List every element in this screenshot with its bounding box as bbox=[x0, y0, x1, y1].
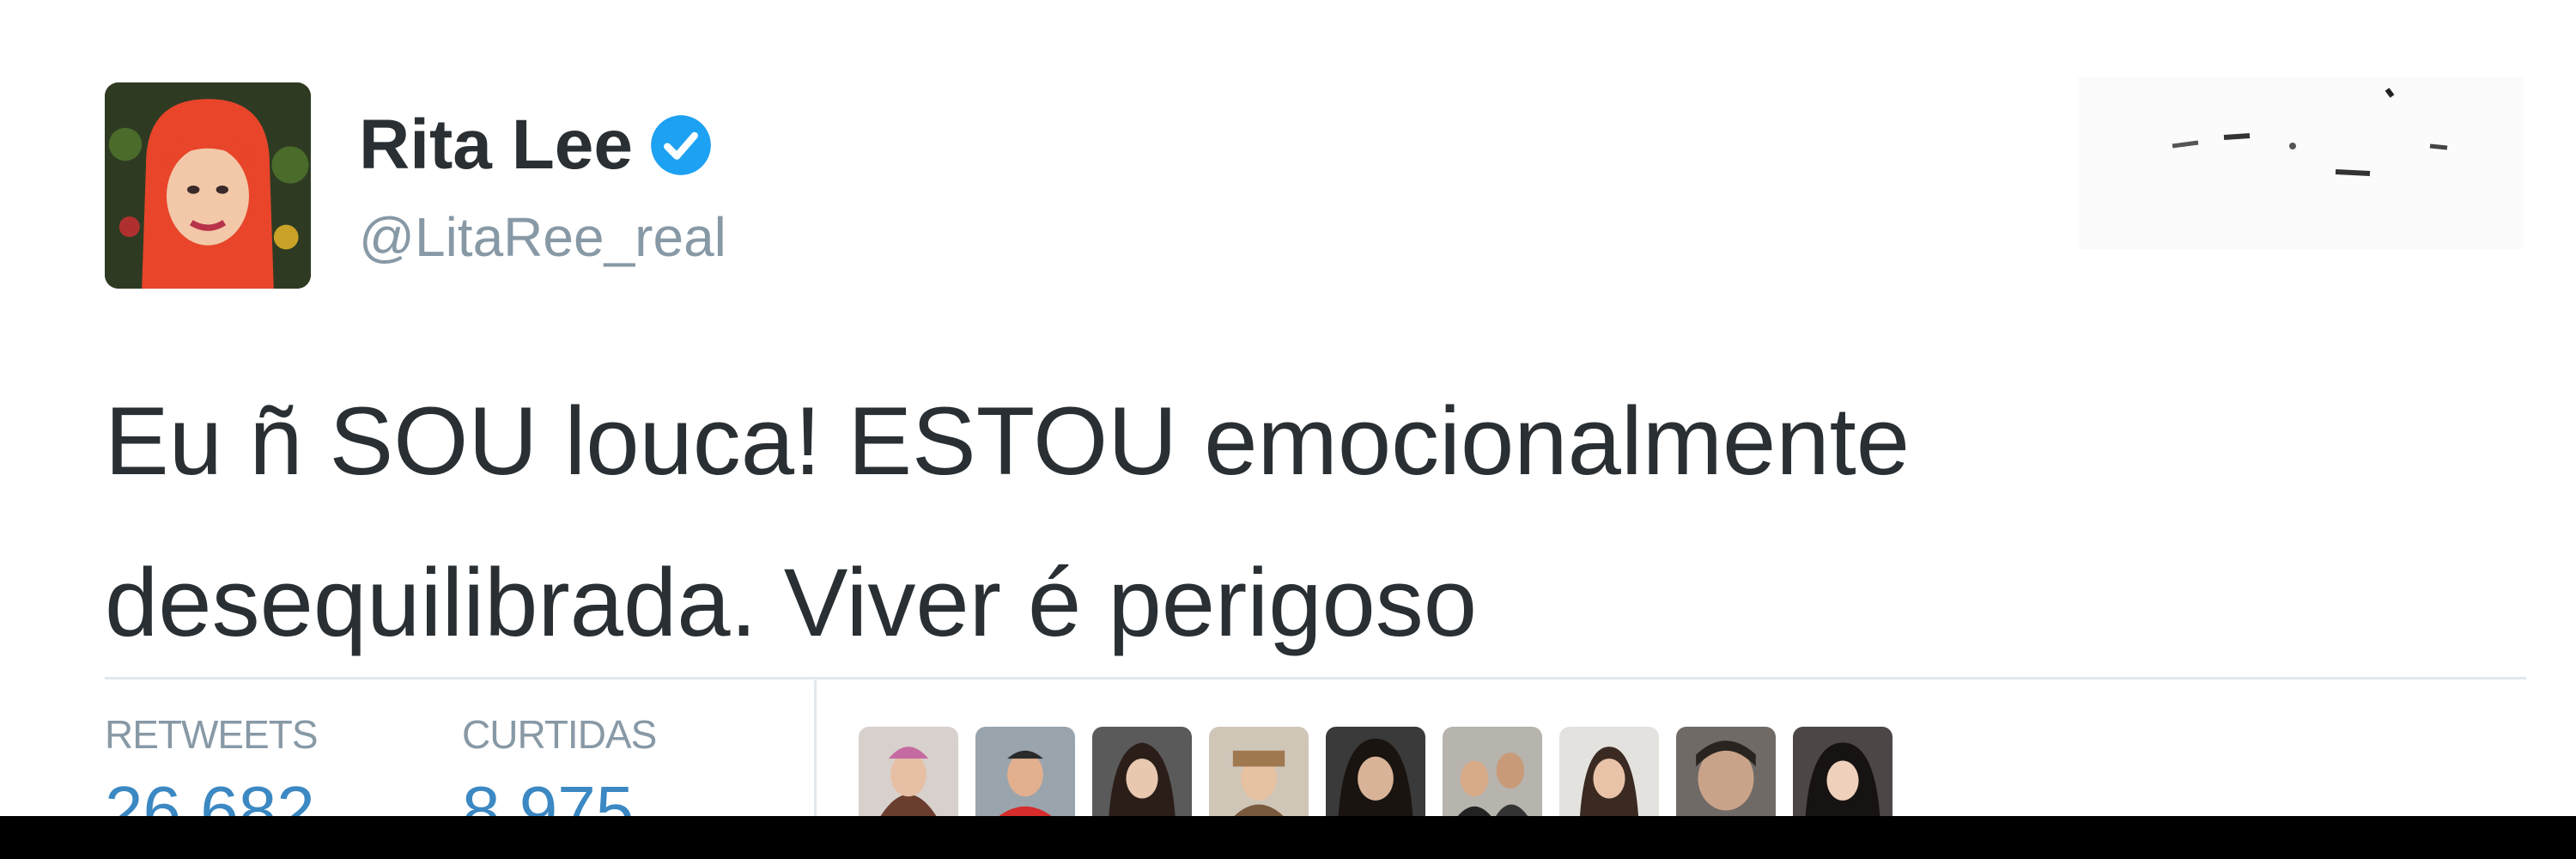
tweet-text-line-1: Eu ñ SOU louca! ESTOU emocionalmente bbox=[105, 387, 1911, 495]
stats-divider bbox=[105, 677, 2526, 679]
retweets-label: RETWEETS bbox=[105, 712, 319, 757]
follow-button-area[interactable] bbox=[2078, 77, 2524, 249]
liker-avatar-7[interactable] bbox=[1559, 727, 1659, 826]
author-name[interactable]: Rita Lee bbox=[359, 110, 633, 180]
liker-avatar-6[interactable] bbox=[1443, 727, 1542, 826]
liker-avatar-8[interactable] bbox=[1676, 727, 1776, 826]
tweet-text-line-2: desequilibrada. Viver é perigoso bbox=[105, 549, 1478, 656]
liker-avatar-5[interactable] bbox=[1326, 727, 1425, 826]
author-avatar[interactable] bbox=[105, 82, 311, 289]
tweet-text: Eu ñ SOU louca! ESTOU emocionalmente des… bbox=[105, 361, 2509, 684]
follow-button-icon bbox=[2078, 77, 2524, 249]
bottom-black-bar bbox=[0, 816, 2576, 859]
liker-avatar-4[interactable] bbox=[1209, 727, 1309, 826]
liker-avatar-1[interactable] bbox=[859, 727, 958, 826]
avatar-image bbox=[105, 82, 311, 289]
likers-avatars bbox=[859, 727, 1893, 826]
tweet-card: Rita Lee @LitaRee_real Eu ñ SOU louca! E… bbox=[0, 0, 2576, 859]
author-handle[interactable]: @LitaRee_real bbox=[359, 210, 726, 265]
verified-badge-icon bbox=[648, 113, 714, 178]
liker-avatar-2[interactable] bbox=[975, 727, 1075, 826]
author-name-row[interactable]: Rita Lee bbox=[359, 110, 714, 180]
stats-vertical-divider bbox=[814, 680, 817, 826]
liker-avatar-3[interactable] bbox=[1092, 727, 1192, 826]
likes-label: CURTIDAS bbox=[462, 712, 657, 757]
liker-avatar-9[interactable] bbox=[1793, 727, 1893, 826]
